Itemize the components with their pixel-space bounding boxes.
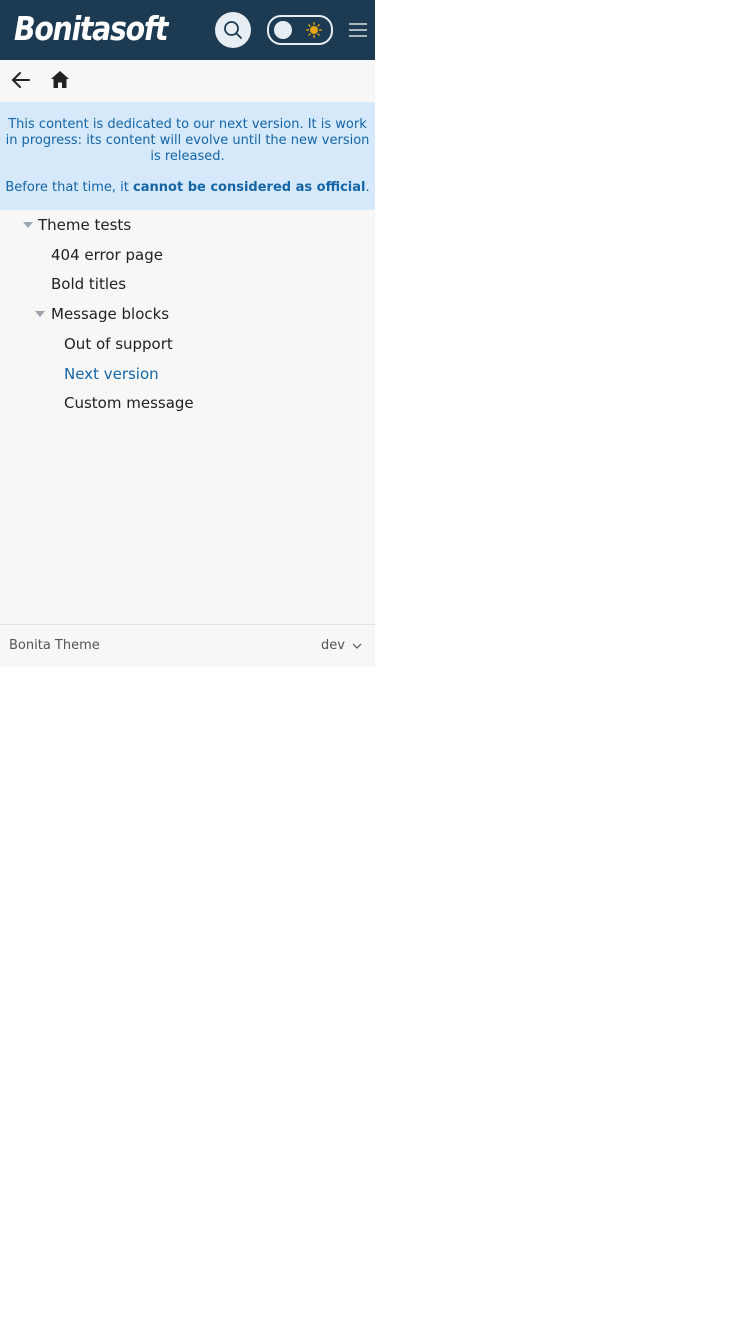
notice-warning-suffix: . [365,180,370,195]
next-version-notice: This content is dedicated to our next ve… [0,102,375,210]
search-icon [224,21,242,39]
top-header: Bonitasoft [0,0,375,60]
hamburger-menu-icon[interactable] [348,21,368,39]
toolbar [0,60,375,102]
nav-item-404-error-page[interactable]: 404 error page [51,245,163,265]
notice-warning-strong: cannot be considered as official [133,180,366,195]
component-title: Bonita Theme [9,638,100,653]
version-select[interactable]: dev [321,637,362,655]
nav-item-bold-titles[interactable]: Bold titles [51,274,126,294]
caret-down-icon[interactable] [23,222,33,228]
theme-toggle[interactable] [267,15,333,45]
toggle-knob [274,21,292,39]
chevron-down-icon [352,643,362,649]
footer: Bonita Theme dev [0,624,375,667]
nav-item-message-blocks[interactable]: Message blocks [51,304,169,324]
nav-item-custom-message[interactable]: Custom message [64,393,194,413]
version-label: dev [321,638,345,653]
caret-down-icon[interactable] [35,311,45,317]
home-icon[interactable] [49,69,71,91]
arrow-left-icon[interactable] [10,69,32,91]
notice-warning: Before that time, it cannot be considere… [4,180,371,196]
nav-item-out-of-support[interactable]: Out of support [64,334,173,354]
nav-item-next-version[interactable]: Next version [64,364,159,384]
nav-panel: Bonitasoft This content is dedicated to … [0,0,375,667]
nav-item-theme-tests[interactable]: Theme tests [38,215,131,235]
bonitasoft-logo[interactable]: Bonitasoft [14,7,168,51]
notice-warning-prefix: Before that time, it [5,180,134,195]
search-button[interactable] [215,12,251,48]
notice-text: This content is dedicated to our next ve… [5,117,370,164]
sun-icon [306,22,322,38]
